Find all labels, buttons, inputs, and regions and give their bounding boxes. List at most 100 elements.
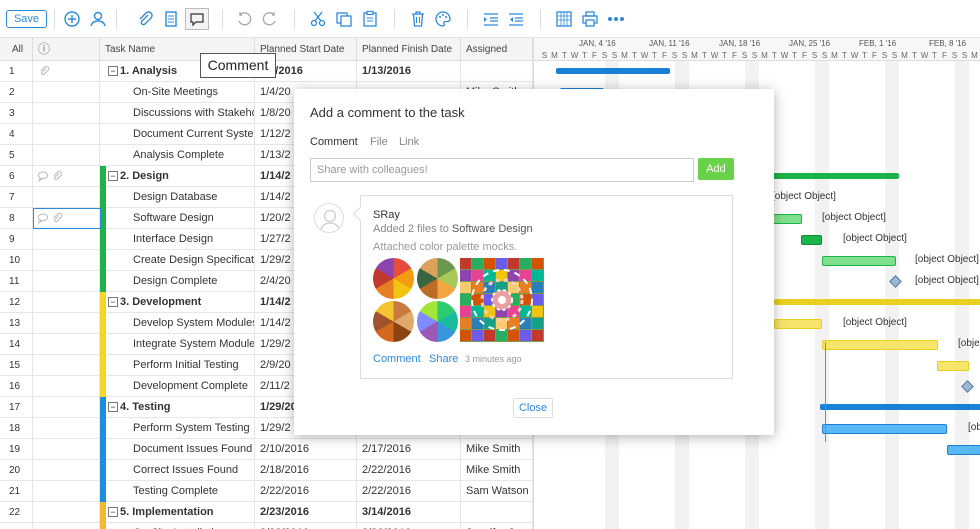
task-name-cell[interactable]: Document Current Systems bbox=[100, 124, 255, 145]
task-name-cell[interactable]: Document Issues Found bbox=[100, 439, 255, 460]
row-info-cell[interactable] bbox=[33, 229, 100, 250]
header-planned-finish[interactable]: Planned Finish Date bbox=[357, 38, 461, 61]
cut-icon[interactable] bbox=[309, 10, 327, 28]
comment-link[interactable]: Comment bbox=[373, 353, 421, 365]
row-number[interactable]: 11 bbox=[0, 271, 33, 292]
task-name-cell[interactable]: −3. Development bbox=[100, 292, 255, 313]
row-number[interactable]: 14 bbox=[0, 334, 33, 355]
gantt-task-bar[interactable] bbox=[822, 340, 938, 350]
gantt-task-bar[interactable] bbox=[774, 319, 822, 329]
comment-icon[interactable] bbox=[37, 170, 49, 182]
finish-date-cell[interactable]: 1/13/2016 bbox=[357, 61, 461, 82]
finish-date-cell[interactable]: 2/22/2016 bbox=[357, 460, 461, 481]
mosaic-attachment-thumbnail[interactable] bbox=[460, 258, 544, 342]
row-number[interactable]: 12 bbox=[0, 292, 33, 313]
collapse-toggle-icon[interactable]: − bbox=[108, 402, 118, 412]
row-info-cell[interactable] bbox=[33, 460, 100, 481]
task-name-cell[interactable]: Discussions with Stakeholders bbox=[100, 103, 255, 124]
finish-date-cell[interactable]: 2/17/2016 bbox=[357, 439, 461, 460]
assigned-cell[interactable] bbox=[461, 61, 533, 82]
collapse-toggle-icon[interactable]: − bbox=[108, 507, 118, 517]
row-number[interactable]: 5 bbox=[0, 145, 33, 166]
row-number[interactable]: 8 bbox=[0, 208, 33, 229]
tab-link[interactable]: Link bbox=[399, 136, 419, 148]
row-info-cell[interactable] bbox=[33, 376, 100, 397]
columns-icon[interactable] bbox=[555, 10, 573, 28]
table-row[interactable]: 23 On-Site Installation 2/23/20162/26/2016… bbox=[0, 523, 533, 529]
row-number[interactable]: 18 bbox=[0, 418, 33, 439]
collapse-toggle-icon[interactable]: − bbox=[108, 297, 118, 307]
tab-file[interactable]: File bbox=[370, 136, 388, 148]
user-icon[interactable] bbox=[89, 10, 107, 28]
row-number[interactable]: 1 bbox=[0, 61, 33, 82]
palette-thumbnail[interactable] bbox=[373, 301, 414, 342]
gantt-summary-bar[interactable] bbox=[556, 68, 670, 74]
finish-date-cell[interactable]: 2/22/2016 bbox=[357, 481, 461, 502]
palette-thumbnail[interactable] bbox=[373, 258, 414, 299]
header-assigned[interactable]: Assigned bbox=[461, 38, 533, 61]
start-date-cell[interactable]: 2/10/2016 bbox=[255, 439, 357, 460]
row-number[interactable]: 10 bbox=[0, 250, 33, 271]
task-name-cell[interactable]: Interface Design bbox=[100, 229, 255, 250]
task-name-cell[interactable]: On-Site Meetings bbox=[100, 82, 255, 103]
save-button[interactable]: Save bbox=[6, 10, 47, 28]
row-info-cell[interactable] bbox=[33, 313, 100, 334]
finish-date-cell[interactable]: 3/14/2016 bbox=[357, 502, 461, 523]
header-info[interactable]: ⓘ bbox=[33, 38, 100, 61]
row-info-cell[interactable] bbox=[33, 250, 100, 271]
tab-comment[interactable]: Comment bbox=[310, 136, 358, 148]
task-name-cell[interactable]: Analysis Complete bbox=[100, 145, 255, 166]
gantt-task-bar[interactable] bbox=[937, 361, 969, 371]
row-number[interactable]: 16 bbox=[0, 376, 33, 397]
row-number[interactable]: 7 bbox=[0, 187, 33, 208]
header-all[interactable]: All bbox=[0, 38, 33, 61]
palette-thumbnail[interactable] bbox=[417, 258, 458, 299]
row-info-cell[interactable] bbox=[33, 145, 100, 166]
notes-icon[interactable] bbox=[162, 10, 180, 28]
row-info-cell[interactable] bbox=[33, 397, 100, 418]
assigned-cell[interactable]: Jennifer Jones bbox=[461, 523, 533, 529]
table-row[interactable]: 19 Document Issues Found 2/10/2016 2/17/201… bbox=[0, 439, 533, 460]
row-info-cell[interactable] bbox=[33, 334, 100, 355]
palette-thumbnail[interactable] bbox=[417, 301, 458, 342]
gantt-task-bar[interactable] bbox=[947, 445, 980, 455]
undo-icon[interactable] bbox=[236, 10, 254, 28]
row-number[interactable]: 15 bbox=[0, 355, 33, 376]
task-name-cell[interactable]: −4. Testing bbox=[100, 397, 255, 418]
task-name-cell[interactable]: Perform System Testing bbox=[100, 418, 255, 439]
row-info-cell[interactable] bbox=[33, 124, 100, 145]
collapse-toggle-icon[interactable]: − bbox=[108, 171, 118, 181]
row-number[interactable]: 4 bbox=[0, 124, 33, 145]
attach-icon[interactable] bbox=[38, 65, 50, 77]
close-button[interactable]: Close bbox=[513, 398, 553, 418]
row-number[interactable]: 19 bbox=[0, 439, 33, 460]
share-link[interactable]: Share bbox=[429, 353, 458, 365]
row-number[interactable]: 13 bbox=[0, 313, 33, 334]
task-name-cell[interactable]: Testing Complete bbox=[100, 481, 255, 502]
assigned-cell[interactable]: Mike Smith bbox=[461, 439, 533, 460]
add-comment-button[interactable]: Add bbox=[698, 158, 734, 180]
gantt-task-bar[interactable] bbox=[822, 256, 896, 266]
add-icon[interactable] bbox=[63, 10, 81, 28]
row-info-cell[interactable] bbox=[33, 61, 100, 82]
row-info-cell[interactable] bbox=[33, 166, 100, 187]
outdent-icon[interactable] bbox=[482, 10, 500, 28]
more-icon[interactable] bbox=[607, 10, 625, 28]
row-info-cell[interactable] bbox=[33, 187, 100, 208]
row-info-cell[interactable] bbox=[33, 418, 100, 439]
table-row[interactable]: 20 Correct Issues Found 2/18/2016 2/22/2016… bbox=[0, 460, 533, 481]
delete-icon[interactable] bbox=[409, 10, 427, 28]
task-name-cell[interactable]: −5. Implementation bbox=[100, 502, 255, 523]
row-number[interactable]: 3 bbox=[0, 103, 33, 124]
row-info-cell[interactable] bbox=[33, 292, 100, 313]
task-name-cell[interactable]: Perform Initial Testing bbox=[100, 355, 255, 376]
indent-icon[interactable] bbox=[507, 10, 525, 28]
start-date-cell[interactable]: 2/23/2016 bbox=[255, 523, 357, 529]
row-info-cell[interactable] bbox=[33, 502, 100, 523]
task-name-cell[interactable]: On-Site Installation bbox=[100, 523, 255, 529]
comment-input[interactable] bbox=[310, 158, 694, 182]
assigned-cell[interactable]: Sam Watson bbox=[461, 481, 533, 502]
task-name-cell[interactable]: Software Design bbox=[100, 208, 255, 229]
print-icon[interactable] bbox=[581, 10, 599, 28]
row-info-cell[interactable] bbox=[33, 103, 100, 124]
